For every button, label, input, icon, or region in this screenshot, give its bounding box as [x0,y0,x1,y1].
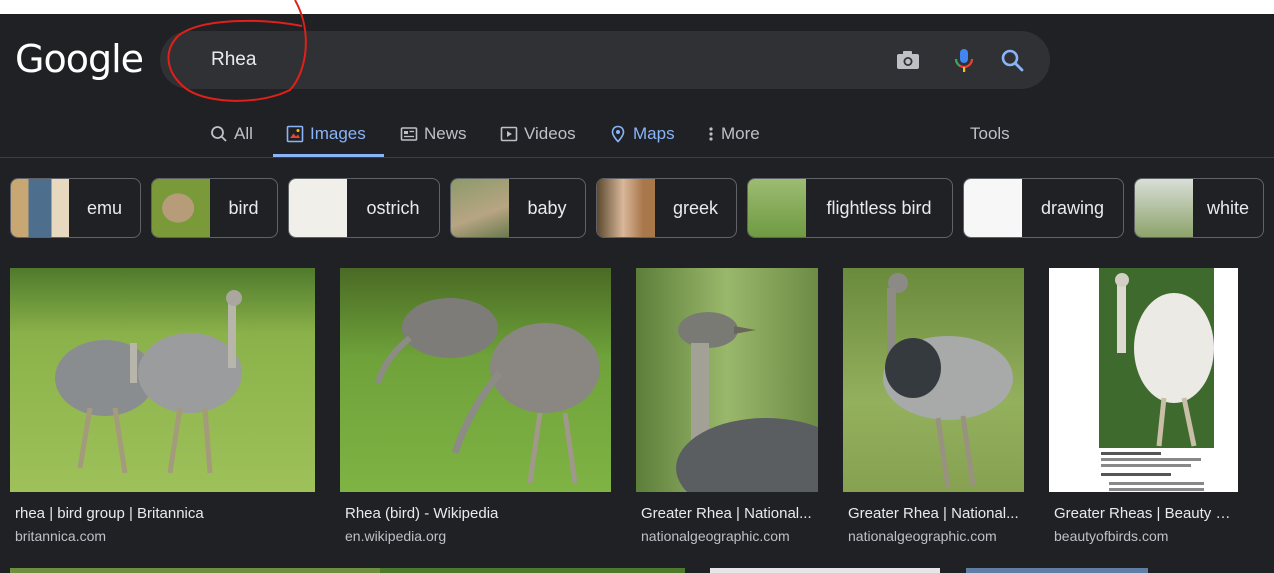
tab-videos[interactable]: Videos [500,112,576,156]
chip-thumbnail [152,179,210,237]
search-query[interactable]: Rhea [211,49,256,71]
chip-label: drawing [1040,197,1105,218]
microphone-icon[interactable] [949,45,979,75]
chip-emu[interactable]: emu [10,178,141,238]
rhea-portrait-illustration [676,312,818,492]
chip-label: bird [228,197,259,218]
chip-thumbnail [597,179,655,237]
result-image[interactable] [340,268,611,492]
tab-images-label: Images [310,124,366,143]
result-image[interactable] [843,268,1024,492]
rhea-pair-illustration [55,290,242,474]
chip-label: greek [672,197,719,218]
result-title[interactable]: rhea | bird group | Britannica [10,505,315,522]
tab-more[interactable]: More [707,112,760,156]
result-title[interactable]: Greater Rhea | National... [843,505,1024,522]
google-logo[interactable]: Google [15,38,144,80]
chip-label: baby [527,197,567,218]
chip-drawing[interactable]: drawing [963,178,1124,238]
result-image[interactable] [636,268,818,492]
image-icon [286,125,304,143]
chip-label: white [1206,197,1250,218]
tab-all-label: All [234,124,253,143]
image-result[interactable]: rhea | bird group | Britannica britannic… [10,268,315,544]
divider [0,157,1274,158]
tab-news-label: News [424,124,467,143]
tab-maps[interactable]: Maps [609,112,675,156]
white-rhea-illustration [1099,268,1214,492]
result-title[interactable]: Rhea (bird) - Wikipedia [340,505,611,522]
chip-label: emu [86,197,122,218]
tab-more-label: More [721,124,760,143]
chip-bird[interactable]: bird [151,178,278,238]
result-source[interactable]: nationalgeographic.com [843,528,1024,544]
rhea-grazing-illustration [375,298,600,484]
top-strip [0,0,1274,14]
tab-all[interactable]: All [210,112,253,156]
tab-maps-label: Maps [633,124,675,143]
chip-label: ostrich [366,197,420,218]
chip-thumbnail [11,179,69,237]
chip-baby[interactable]: baby [450,178,586,238]
chip-label: flightless bird [826,197,932,218]
chip-greek[interactable]: greek [596,178,737,238]
chip-flightless-bird[interactable]: flightless bird [747,178,953,238]
result-source[interactable]: beautyofbirds.com [1049,528,1238,544]
chip-white[interactable]: white [1134,178,1264,238]
result-source[interactable]: en.wikipedia.org [340,528,611,544]
video-icon [500,126,518,142]
rhea-standing-illustration [883,273,1013,489]
tools-button[interactable]: Tools [970,112,1010,156]
chip-thumbnail [289,179,347,237]
image-result[interactable]: Greater Rhea | National... nationalgeogr… [636,268,818,544]
chip-ostrich[interactable]: ostrich [288,178,440,238]
camera-icon[interactable] [893,45,923,75]
tab-videos-label: Videos [524,124,576,143]
tools-label: Tools [970,124,1010,143]
chip-thumbnail [451,179,509,237]
search-small-icon [211,126,227,142]
chip-thumbnail [1135,179,1193,237]
chip-thumbnail [748,179,806,237]
result-title[interactable]: Greater Rheas | Beauty of Bir... [1049,505,1238,522]
result-image[interactable] [1049,268,1238,492]
more-vert-icon [709,127,713,141]
search-tabs: All Images News Videos Maps More Tools [0,112,1274,157]
news-icon [400,127,418,141]
chip-thumbnail [964,179,1022,237]
search-box[interactable]: Rhea [160,31,1050,89]
map-pin-icon [611,125,625,143]
tab-news[interactable]: News [400,112,467,156]
result-image[interactable] [10,268,315,492]
search-icon[interactable] [997,45,1027,75]
tab-images[interactable]: Images [273,112,384,157]
image-result[interactable]: Greater Rhea | National... nationalgeogr… [843,268,1024,544]
result-source[interactable]: britannica.com [10,528,315,544]
image-result[interactable]: Rhea (bird) - Wikipedia en.wikipedia.org [340,268,611,544]
result-title[interactable]: Greater Rhea | National... [636,505,818,522]
result-source[interactable]: nationalgeographic.com [636,528,818,544]
image-result[interactable]: Greater Rheas | Beauty of Bir... beautyo… [1049,268,1238,544]
